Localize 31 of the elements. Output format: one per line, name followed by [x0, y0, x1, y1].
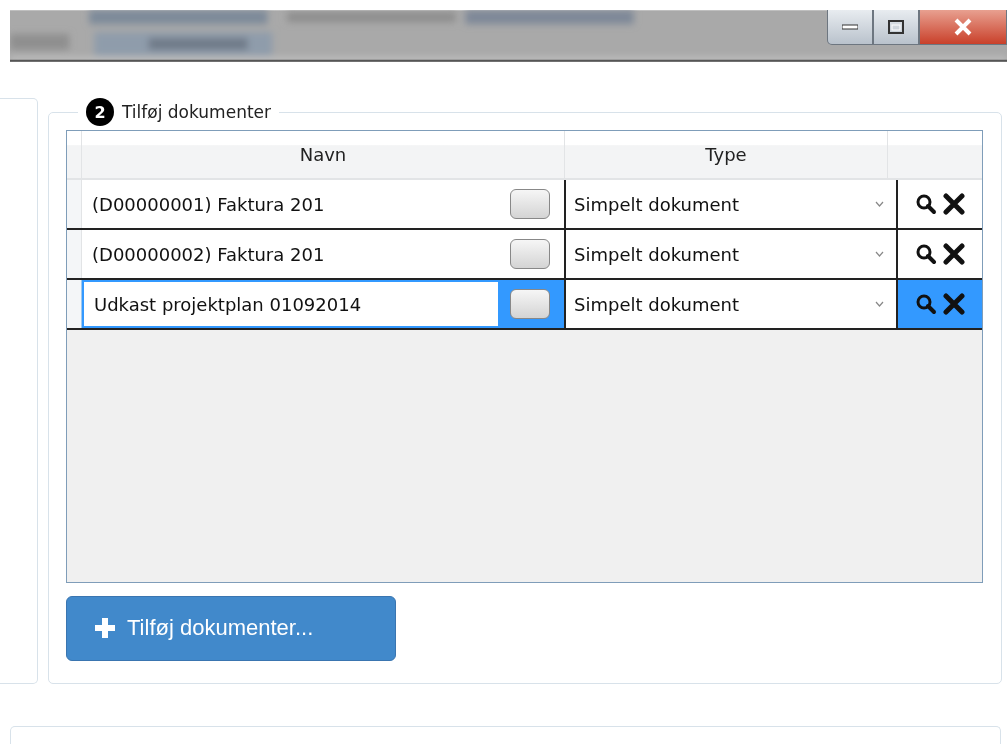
column-header: Navn	[81, 131, 564, 178]
table-row[interactable]: (D00000001) Faktura 201 Simpelt dokument	[67, 180, 982, 230]
browse-button[interactable]	[510, 289, 550, 319]
close-button[interactable]	[919, 10, 1007, 45]
table-row[interactable]: Udkast projektplan 01092014 Simpelt dokument	[67, 280, 982, 330]
browse-button[interactable]	[510, 239, 550, 269]
search-icon[interactable]	[915, 193, 937, 215]
close-icon	[953, 18, 973, 36]
chevron-down-icon	[875, 251, 884, 257]
step-badge: 2	[86, 98, 114, 126]
chevron-down-icon	[875, 201, 884, 207]
delete-icon[interactable]	[943, 243, 965, 265]
name-field[interactable]: Udkast projektplan 01092014	[82, 280, 498, 328]
section-title: Tilføj dokumenter	[122, 102, 271, 122]
type-dropdown[interactable]: Simpelt dokument	[564, 230, 898, 278]
minimize-button[interactable]	[827, 10, 873, 45]
delete-icon[interactable]	[943, 193, 965, 215]
table-row[interactable]: (D00000002) Faktura 201 Simpelt dokument	[67, 230, 982, 280]
search-icon[interactable]	[915, 293, 937, 315]
type-dropdown[interactable]: Simpelt dokument	[564, 280, 898, 328]
minimize-icon	[842, 24, 858, 30]
column-header: Type	[564, 131, 887, 178]
add-documents-button[interactable]: Tilføj dokumenter...	[66, 595, 396, 661]
chevron-down-icon	[875, 301, 884, 307]
browse-button[interactable]	[510, 189, 550, 219]
plus-icon	[93, 616, 117, 641]
delete-icon[interactable]	[943, 293, 965, 315]
search-icon[interactable]	[915, 243, 937, 265]
maximize-button[interactable]	[873, 10, 919, 45]
maximize-icon	[888, 20, 904, 34]
type-dropdown[interactable]: Simpelt dokument	[564, 180, 898, 228]
